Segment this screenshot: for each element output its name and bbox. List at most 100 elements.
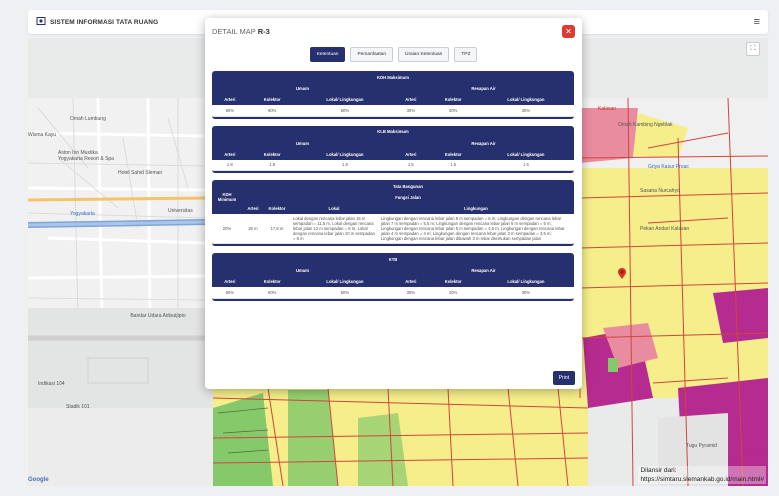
map-label: Griya Kasur Proac (648, 164, 689, 170)
col-header: Lokal/ Lingkungan (296, 148, 393, 160)
tata-bangunan-title: Tata Bangunan (242, 180, 574, 192)
col-header: Arteri (212, 94, 248, 105)
col-header: Lokal/ Lingkungan (477, 276, 574, 287)
col-header: Arteri (392, 94, 429, 105)
map-label: Omah Lumbung (70, 116, 106, 122)
group-resapan-air: Resapan Air (392, 83, 574, 94)
group-umum: Umum (212, 265, 393, 276)
kdh-table: KDH Maksimum Umum Resapan Air Arteri Kol… (212, 71, 574, 117)
table-row: 1.8 1.8 1.8 1.5 1.5 1.5 (212, 159, 574, 171)
source-url: https://simtaru.slemankab.go.id/main.htm… (640, 476, 764, 483)
tab-bar: Ketentuan Pemanfaatan Uraian Ketentuan T… (205, 47, 582, 62)
col-header: Kolektor (247, 148, 297, 160)
col-header: Lokal/ Lingkungan (477, 94, 574, 105)
modal-title-prefix: DETAIL MAP (212, 26, 256, 36)
tab-tpz[interactable]: TPZ (454, 47, 478, 62)
klb-maksimum-card: KLB Maksimum Umum Resapan Air Arteri Kol… (212, 125, 574, 173)
detail-map-modal: DETAIL MAP R-3 ✕ Ketentuan Pemanfaatan U… (205, 18, 582, 389)
cell: 30% (428, 105, 478, 117)
tab-uraian-ketentuan[interactable]: Uraian Ketentuan (398, 47, 450, 62)
col-header: Kolektor (247, 94, 297, 105)
group-umum: Umum (212, 137, 393, 149)
ktb-title: KTB (212, 253, 574, 265)
modal-title: DETAIL MAP R-3 (212, 27, 270, 36)
table-row: 20% 20 m 17,5 m Lokal dengan rencana leb… (212, 214, 574, 244)
cell: 1.5 (477, 159, 574, 171)
app-title: SISTEM INFORMASI TATA RUANG (50, 18, 159, 26)
group-resapan-air: Resapan Air (392, 137, 574, 149)
location-pin-icon[interactable] (618, 266, 626, 284)
col-header: Kolektor (247, 276, 297, 287)
cell: 30% (392, 105, 429, 117)
cell: 30% (477, 287, 574, 299)
col-header: Arteri (242, 203, 264, 214)
map-label: Wisma Kayu (28, 132, 57, 138)
map-label: Stadik 101 (66, 404, 90, 410)
cell: 60% (296, 287, 393, 299)
map-label: Yogyakarta (70, 211, 95, 217)
klb-title: KLB Maksimum (212, 125, 574, 138)
cell: 20% (212, 214, 242, 244)
cell: 60% (212, 105, 248, 117)
tata-bangunan-card: KDH Minimum Tata Bangunan Fungsi Jalan A… (212, 180, 574, 246)
col-header: Lokal/ Lingkungan (296, 94, 393, 105)
modal-content[interactable]: KDH Maksimum Umum Resapan Air Arteri Kol… (212, 71, 574, 361)
kdh-minimum-header: KDH Minimum (212, 180, 242, 214)
col-header: Kolektor (428, 148, 478, 160)
map-label: Pekan Andari Kalasan (640, 226, 690, 232)
map-label: Universitas (168, 208, 193, 214)
cell: 60% (247, 287, 297, 299)
tata-bangunan-table: KDH Minimum Tata Bangunan Fungsi Jalan A… (212, 180, 574, 244)
col-header: Lokal/ Lingkungan (296, 276, 393, 287)
klb-table: KLB Maksimum Umum Resapan Air Arteri Kol… (212, 125, 574, 171)
hamburger-menu-icon[interactable]: ≡ (754, 16, 760, 28)
col-header: Arteri (392, 276, 429, 287)
table-row: 60% 60% 60% 30% 30% 30% (212, 287, 574, 299)
map-label: Sasana Nurcahyo (640, 188, 680, 194)
kdh-title: KDH Maksimum (212, 71, 574, 83)
map-label: Kalasan (598, 106, 617, 112)
map-label: Bandar Udara Adisutjipto (130, 313, 186, 319)
map-label: Indikasi 104 (38, 381, 65, 387)
cell: 30% (477, 105, 574, 117)
group-resapan-air: Resapan Air (392, 265, 574, 276)
cell: 17,5 m (264, 214, 290, 244)
col-header: Kolektor (264, 203, 290, 214)
cell: 30% (428, 287, 478, 299)
close-icon[interactable]: ✕ (562, 24, 575, 38)
col-header: Lokal (290, 203, 378, 214)
col-header: Kolektor (428, 276, 478, 287)
cell: 20 m (242, 214, 264, 244)
cell: 60% (296, 105, 393, 117)
col-header: Lokal/ Lingkungan (477, 148, 574, 160)
col-header: Arteri (212, 276, 248, 287)
col-header: Arteri (392, 148, 429, 160)
google-logo: Google (28, 477, 49, 483)
map-label: Hotel Sahid Sleman (118, 170, 163, 176)
cell: 60% (247, 105, 297, 117)
kdh-maksimum-card: KDH Maksimum Umum Resapan Air Arteri Kol… (212, 71, 574, 119)
ktb-table: KTB Umum Resapan Air Arteri Kolektor Lok… (212, 253, 574, 299)
tab-ketentuan[interactable]: Ketentuan (309, 47, 346, 62)
fungsi-jalan-header: Fungsi Jalan (242, 192, 574, 203)
map-label: Aston Inn Mustika Yogyakarta Resort & Sp… (58, 150, 114, 162)
cell: Lingkungan dengan rencana lebar jalan 8 … (378, 214, 574, 244)
ktb-card: KTB Umum Resapan Air Arteri Kolektor Lok… (212, 253, 574, 301)
cell: Lokal dengan rencana lebar jalan 15 m se… (290, 214, 378, 244)
col-header: Kolektor (428, 94, 478, 105)
map-logo-icon (36, 13, 46, 31)
cell: 1.8 (296, 159, 393, 171)
col-header: Lingkungan (378, 203, 574, 214)
cell: 1.5 (392, 159, 429, 171)
cell: 1.8 (247, 159, 297, 171)
zone-code: R-3 (257, 26, 270, 36)
source-line-1: Dilansir dari: (640, 467, 677, 474)
tab-pemanfaatan[interactable]: Pemanfaatan (350, 47, 393, 62)
col-header: Arteri (212, 148, 248, 160)
table-row: 60% 60% 60% 30% 30% 30% (212, 105, 574, 117)
modal-header: DETAIL MAP R-3 ✕ (205, 18, 582, 44)
fullscreen-expand-icon[interactable]: ⛶ (746, 42, 760, 56)
cell: 60% (212, 287, 248, 299)
print-button[interactable]: Print (552, 371, 575, 385)
cell: 30% (392, 287, 429, 299)
